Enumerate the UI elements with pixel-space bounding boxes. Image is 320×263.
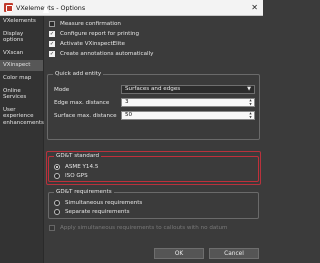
- step-down-icon[interactable]: ▼: [247, 102, 254, 107]
- close-icon[interactable]: ✕: [251, 2, 258, 14]
- sidebar-item-vxinspect[interactable]: VXinspect: [0, 60, 43, 71]
- create-annotations-label: Create annotations automatically: [60, 51, 154, 57]
- quick-add-title: Quick add entity: [53, 71, 104, 78]
- options-sidebar: VXelements Display options VXscan VXinsp…: [0, 16, 44, 263]
- ok-button[interactable]: OK: [154, 248, 204, 259]
- sidebar-item-color-map[interactable]: Color map: [0, 73, 43, 84]
- configure-report-checkbox[interactable]: ✓: [49, 31, 55, 37]
- step-down-icon[interactable]: ▼: [247, 115, 254, 120]
- simultaneous-label: Simultaneous requirements: [65, 199, 143, 206]
- sidebar-item-vxscan[interactable]: VXscan: [0, 48, 43, 59]
- surface-distance-input[interactable]: 50 ▲ ▼: [121, 111, 255, 120]
- mouse-cursor-icon: [43, 4, 49, 13]
- sidebar-item-user-experience[interactable]: User experience enhancements: [0, 105, 44, 129]
- surface-distance-stepper[interactable]: ▲ ▼: [247, 111, 254, 120]
- mode-label: Mode: [54, 86, 70, 93]
- quick-add-group: Quick add entity Mode Surfaces and edges…: [47, 71, 260, 140]
- activate-elite-checkbox[interactable]: ✓: [49, 41, 55, 47]
- title-bar: VXelements - Options ✕: [0, 0, 263, 16]
- separate-option[interactable]: Separate requirements: [54, 207, 130, 216]
- surface-distance-value: 50: [125, 112, 133, 118]
- edge-distance-label: Edge max. distance: [54, 99, 110, 106]
- vxelements-app-icon: [4, 3, 13, 12]
- mode-value: Surfaces and edges: [125, 86, 181, 92]
- sidebar-item-vxelements[interactable]: VXelements: [0, 16, 43, 27]
- activate-elite-label: Activate VXinspectElite: [60, 41, 125, 47]
- dialog-footer: OK Cancel: [44, 244, 263, 263]
- edge-distance-input[interactable]: 3 ▲ ▼: [121, 98, 255, 107]
- separate-label: Separate requirements: [65, 208, 130, 215]
- cancel-button[interactable]: Cancel: [209, 248, 259, 259]
- sidebar-item-display-options[interactable]: Display options: [0, 29, 43, 46]
- window-title: Options: [60, 3, 86, 12]
- gdt-requirements-title: GD&T requirements: [54, 189, 114, 196]
- measure-confirmation-checkbox[interactable]: [49, 21, 55, 27]
- create-annotations-row[interactable]: ✓ Create annotations automatically: [49, 49, 259, 59]
- simultaneous-radio[interactable]: [54, 199, 60, 206]
- simultaneous-option[interactable]: Simultaneous requirements: [54, 198, 142, 207]
- apply-simultaneous-row: Apply simultaneous requirements to callo…: [49, 223, 259, 233]
- edge-distance-value: 3: [125, 99, 129, 105]
- edge-distance-stepper[interactable]: ▲ ▼: [247, 98, 254, 107]
- options-content: Measure confirmation ✓ Configure report …: [46, 16, 261, 244]
- apply-simultaneous-checkbox: [49, 225, 55, 231]
- mode-select[interactable]: Surfaces and edges ▼: [121, 85, 255, 94]
- create-annotations-checkbox[interactable]: ✓: [49, 51, 55, 57]
- measure-confirmation-row[interactable]: Measure confirmation: [49, 19, 259, 29]
- gdt-requirements-group: GD&T requirements Simultaneous requireme…: [48, 189, 259, 219]
- configure-report-label: Configure report for printing: [60, 31, 140, 37]
- activate-elite-row[interactable]: ✓ Activate VXinspectElite: [49, 39, 259, 49]
- measure-confirmation-label: Measure confirmation: [60, 21, 121, 27]
- highlight-frame: [46, 151, 261, 185]
- apply-simultaneous-label: Apply simultaneous requirements to callo…: [60, 225, 228, 231]
- chevron-down-icon: ▼: [247, 86, 251, 92]
- configure-report-row[interactable]: ✓ Configure report for printing: [49, 29, 259, 39]
- sidebar-item-online-services[interactable]: Online Services: [0, 86, 43, 103]
- surface-distance-label: Surface max. distance: [54, 112, 117, 119]
- separate-radio[interactable]: [54, 208, 60, 215]
